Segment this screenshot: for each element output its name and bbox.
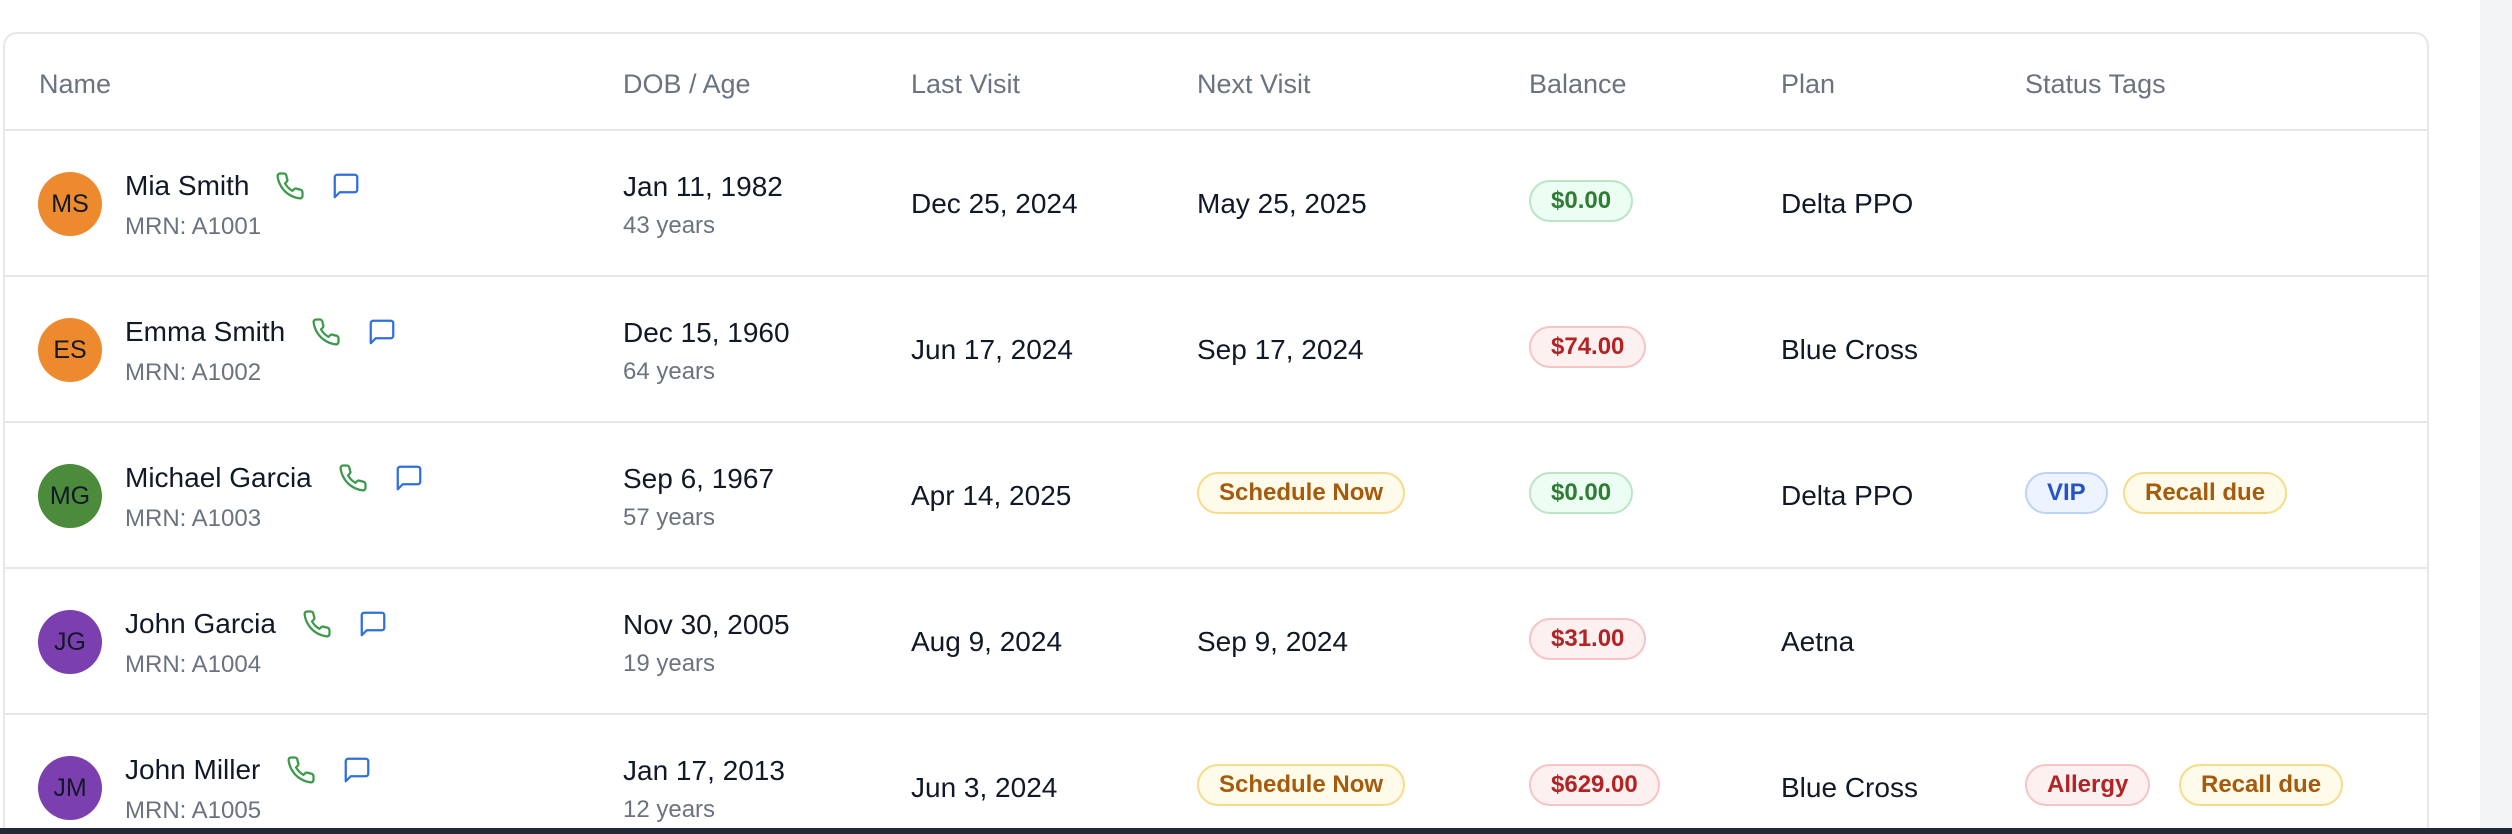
column-header-status-tags[interactable]: Status Tags [2025,69,2166,100]
schedule-now-button[interactable]: Schedule Now [1197,472,1406,514]
patient-name-line: Emma Smith [125,315,399,349]
avatar: JM [38,756,102,820]
insurance-plan: Blue Cross [1781,334,1918,365]
patient-table: Name DOB / Age Last Visit Next Visit Bal… [3,32,2429,834]
patient-age: 12 years [623,796,716,823]
patient-name[interactable]: John Miller [125,754,260,786]
avatar: MS [38,172,102,236]
message-icon[interactable] [365,315,399,349]
avatar-initials: MG [49,481,91,510]
patient-name-line: John Miller [125,753,374,787]
phone-icon[interactable] [336,461,370,495]
patient-list-page: Name DOB / Age Last Visit Next Visit Bal… [0,0,2512,834]
insurance-plan: Blue Cross [1781,772,1918,803]
next-visit: Sep 17, 2024 [1197,334,1364,365]
patient-age: 57 years [623,504,716,531]
column-header-name[interactable]: Name [39,69,111,100]
phone-icon[interactable] [309,315,343,349]
message-icon[interactable] [356,607,390,641]
patient-age: 43 years [623,212,716,239]
avatar-initials: JM [53,773,87,802]
table-row[interactable]: MS Mia Smith MRN: A1001 Jan 11, 1982 43 year… [5,131,2427,277]
avatar: JG [38,610,102,674]
table-row[interactable]: ES Emma Smith MRN: A1002 Dec 15, 1960 64 yea… [5,277,2427,423]
patient-name[interactable]: Michael Garcia [125,462,312,494]
column-header-balance[interactable]: Balance [1529,69,1627,100]
table-row[interactable]: JM John Miller MRN: A1005 Jan 17, 2013 12 ye… [5,715,2427,834]
message-icon[interactable] [329,169,363,203]
patient-dob: Dec 15, 1960 [623,317,790,348]
balance-badge: $0.00 [1529,180,1634,222]
column-header-plan[interactable]: Plan [1781,69,1835,100]
avatar: MG [38,464,102,528]
message-icon[interactable] [392,461,426,495]
patient-mrn: MRN: A1003 [125,505,262,532]
last-visit: Dec 25, 2024 [911,188,1078,219]
patient-mrn: MRN: A1005 [125,797,262,824]
last-visit: Aug 9, 2024 [911,626,1063,657]
table-header: Name DOB / Age Last Visit Next Visit Bal… [5,34,2427,131]
patient-name[interactable]: Mia Smith [125,170,249,202]
page-scrollbar[interactable] [2480,0,2512,828]
avatar: ES [38,318,102,382]
patient-name-line: John Garcia [125,607,390,641]
avatar-initials: MS [51,189,89,218]
message-icon[interactable] [340,753,374,787]
column-header-dob-age[interactable]: DOB / Age [623,69,751,100]
avatar-initials: ES [53,335,87,364]
balance-badge: $74.00 [1529,326,1647,368]
insurance-plan: Aetna [1781,626,1855,657]
balance-badge: $31.00 [1529,618,1647,660]
patient-name-line: Mia Smith [125,169,363,203]
status-tag: Recall due [2123,472,2288,514]
patient-mrn: MRN: A1004 [125,651,262,678]
schedule-now-button[interactable]: Schedule Now [1197,764,1406,806]
phone-icon[interactable] [300,607,334,641]
table-row[interactable]: JG John Garcia MRN: A1004 Nov 30, 2005 19 ye… [5,569,2427,715]
patient-age: 19 years [623,650,716,677]
balance-badge: $629.00 [1529,764,1660,806]
column-header-next-visit[interactable]: Next Visit [1197,69,1311,100]
avatar-initials: JG [54,627,86,656]
insurance-plan: Delta PPO [1781,480,1914,511]
last-visit: Apr 14, 2025 [911,480,1072,511]
insurance-plan: Delta PPO [1781,188,1914,219]
phone-icon[interactable] [284,753,318,787]
status-tag: Recall due [2179,764,2344,806]
patient-name-line: Michael Garcia [125,461,426,495]
status-tag: VIP [2025,472,2108,514]
patient-name[interactable]: Emma Smith [125,316,285,348]
table-row[interactable]: MG Michael Garcia MRN: A1003 Sep 6, 1967 57 … [5,423,2427,569]
next-visit: May 25, 2025 [1197,188,1367,219]
patient-dob: Nov 30, 2005 [623,609,790,640]
next-visit: Sep 9, 2024 [1197,626,1349,657]
patient-dob: Jan 11, 1982 [623,171,783,202]
last-visit: Jun 17, 2024 [911,334,1073,365]
window-bottom-edge [0,828,2512,834]
patient-mrn: MRN: A1001 [125,213,262,240]
patient-name[interactable]: John Garcia [125,608,276,640]
last-visit: Jun 3, 2024 [911,772,1058,803]
phone-icon[interactable] [273,169,307,203]
status-tag: Allergy [2025,764,2151,806]
column-header-last-visit[interactable]: Last Visit [911,69,1020,100]
patient-dob: Sep 6, 1967 [623,463,775,494]
patient-mrn: MRN: A1002 [125,359,262,386]
patient-dob: Jan 17, 2013 [623,755,785,786]
balance-badge: $0.00 [1529,472,1634,514]
patient-age: 64 years [623,358,716,385]
